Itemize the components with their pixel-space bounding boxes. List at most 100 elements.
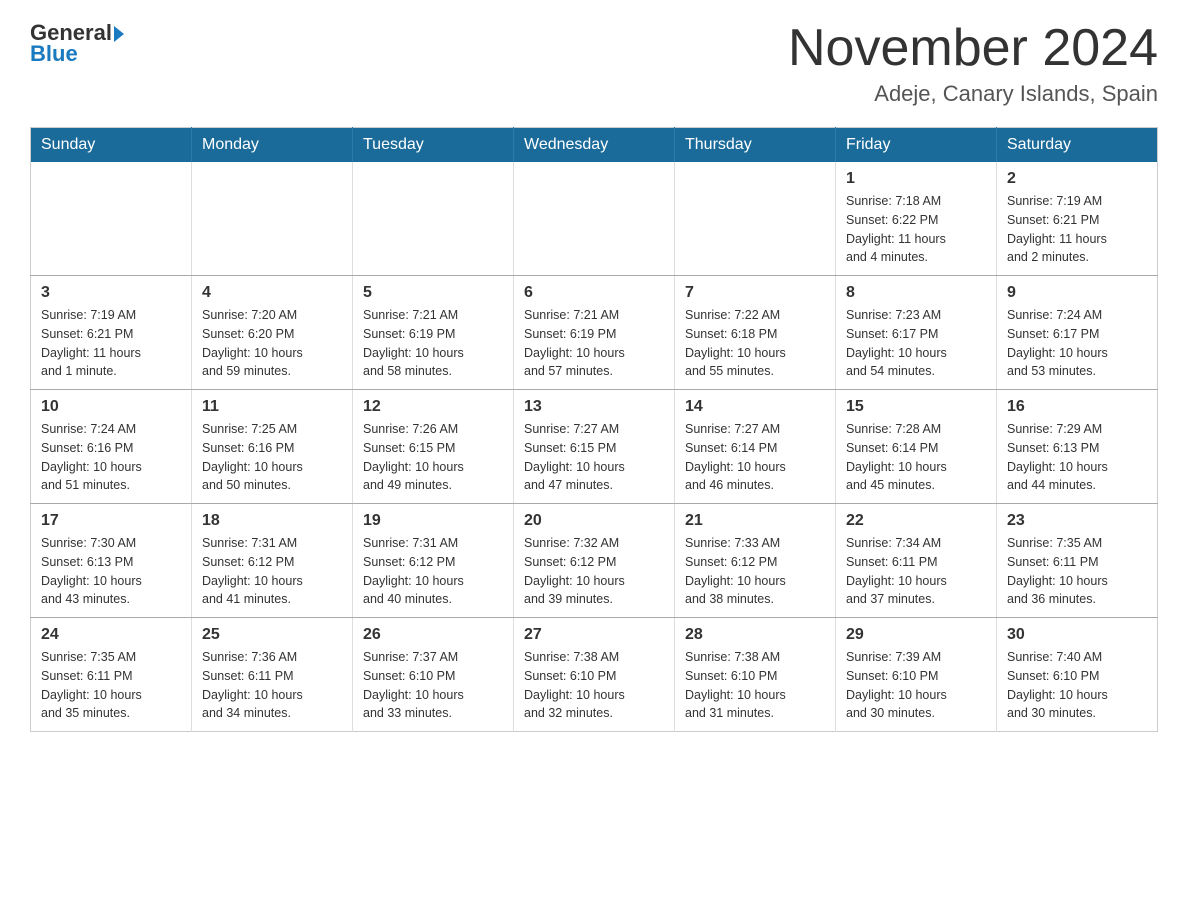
day-info: Sunrise: 7:27 AM Sunset: 6:14 PM Dayligh… <box>685 420 825 495</box>
calendar-cell: 25 Sunrise: 7:36 AM Sunset: 6:11 PM Dayli… <box>192 618 353 732</box>
calendar-cell: 8 Sunrise: 7:23 AM Sunset: 6:17 PM Daylig… <box>836 276 997 390</box>
day-number: 29 <box>846 626 986 644</box>
day-info: Sunrise: 7:30 AM Sunset: 6:13 PM Dayligh… <box>41 534 181 609</box>
calendar-cell: 23 Sunrise: 7:35 AM Sunset: 6:11 PM Dayli… <box>997 504 1158 618</box>
day-number: 19 <box>363 512 503 530</box>
day-number: 18 <box>202 512 342 530</box>
calendar-cell: 26 Sunrise: 7:37 AM Sunset: 6:10 PM Dayli… <box>353 618 514 732</box>
page-header: General Blue November 2024 Adeje, Canary… <box>30 20 1158 107</box>
day-info: Sunrise: 7:31 AM Sunset: 6:12 PM Dayligh… <box>202 534 342 609</box>
calendar-week-row: 3 Sunrise: 7:19 AM Sunset: 6:21 PM Daylig… <box>31 276 1158 390</box>
day-info: Sunrise: 7:21 AM Sunset: 6:19 PM Dayligh… <box>363 306 503 381</box>
calendar-cell: 17Sunrise: 7:30 AM Sunset: 6:13 PM Dayli… <box>31 504 192 618</box>
day-info: Sunrise: 7:33 AM Sunset: 6:12 PM Dayligh… <box>685 534 825 609</box>
calendar-cell: 16Sunrise: 7:29 AM Sunset: 6:13 PM Dayli… <box>997 390 1158 504</box>
calendar-cell: 13Sunrise: 7:27 AM Sunset: 6:15 PM Dayli… <box>514 390 675 504</box>
calendar-cell: 30Sunrise: 7:40 AM Sunset: 6:10 PM Dayli… <box>997 618 1158 732</box>
weekday-header-thursday: Thursday <box>675 128 836 163</box>
day-number: 2 <box>1007 170 1147 188</box>
day-info: Sunrise: 7:39 AM Sunset: 6:10 PM Dayligh… <box>846 648 986 723</box>
day-number: 23 <box>1007 512 1147 530</box>
day-number: 8 <box>846 284 986 302</box>
calendar-week-row: 17Sunrise: 7:30 AM Sunset: 6:13 PM Dayli… <box>31 504 1158 618</box>
weekday-header-tuesday: Tuesday <box>353 128 514 163</box>
calendar-cell: 29 Sunrise: 7:39 AM Sunset: 6:10 PM Dayli… <box>836 618 997 732</box>
calendar-cell: 19 Sunrise: 7:31 AM Sunset: 6:12 PM Dayli… <box>353 504 514 618</box>
calendar-table: SundayMondayTuesdayWednesdayThursdayFrid… <box>30 127 1158 732</box>
day-number: 24 <box>41 626 181 644</box>
calendar-cell <box>675 162 836 276</box>
month-title: November 2024 <box>788 20 1158 77</box>
day-number: 7 <box>685 284 825 302</box>
calendar-cell: 11 Sunrise: 7:25 AM Sunset: 6:16 PM Dayli… <box>192 390 353 504</box>
day-info: Sunrise: 7:34 AM Sunset: 6:11 PM Dayligh… <box>846 534 986 609</box>
weekday-header-row: SundayMondayTuesdayWednesdayThursdayFrid… <box>31 128 1158 163</box>
calendar-cell <box>31 162 192 276</box>
day-number: 20 <box>524 512 664 530</box>
day-info: Sunrise: 7:22 AM Sunset: 6:18 PM Dayligh… <box>685 306 825 381</box>
day-info: Sunrise: 7:31 AM Sunset: 6:12 PM Dayligh… <box>363 534 503 609</box>
day-number: 25 <box>202 626 342 644</box>
calendar-cell: 9 Sunrise: 7:24 AM Sunset: 6:17 PM Daylig… <box>997 276 1158 390</box>
day-number: 30 <box>1007 626 1147 644</box>
day-info: Sunrise: 7:26 AM Sunset: 6:15 PM Dayligh… <box>363 420 503 495</box>
calendar-cell <box>353 162 514 276</box>
day-info: Sunrise: 7:28 AM Sunset: 6:14 PM Dayligh… <box>846 420 986 495</box>
calendar-week-row: 24Sunrise: 7:35 AM Sunset: 6:11 PM Dayli… <box>31 618 1158 732</box>
calendar-cell: 3 Sunrise: 7:19 AM Sunset: 6:21 PM Daylig… <box>31 276 192 390</box>
day-number: 11 <box>202 398 342 416</box>
day-number: 9 <box>1007 284 1147 302</box>
day-info: Sunrise: 7:18 AM Sunset: 6:22 PM Dayligh… <box>846 192 986 267</box>
day-info: Sunrise: 7:38 AM Sunset: 6:10 PM Dayligh… <box>524 648 664 723</box>
day-number: 10 <box>41 398 181 416</box>
day-number: 15 <box>846 398 986 416</box>
calendar-cell: 28 Sunrise: 7:38 AM Sunset: 6:10 PM Dayli… <box>675 618 836 732</box>
day-number: 14 <box>685 398 825 416</box>
calendar-cell: 5 Sunrise: 7:21 AM Sunset: 6:19 PM Daylig… <box>353 276 514 390</box>
day-number: 5 <box>363 284 503 302</box>
weekday-header-wednesday: Wednesday <box>514 128 675 163</box>
calendar-cell: 15 Sunrise: 7:28 AM Sunset: 6:14 PM Dayli… <box>836 390 997 504</box>
day-number: 22 <box>846 512 986 530</box>
calendar-cell: 7 Sunrise: 7:22 AM Sunset: 6:18 PM Daylig… <box>675 276 836 390</box>
day-number: 21 <box>685 512 825 530</box>
logo-arrow-icon <box>114 26 124 42</box>
calendar-cell: 2 Sunrise: 7:19 AM Sunset: 6:21 PM Daylig… <box>997 162 1158 276</box>
day-number: 26 <box>363 626 503 644</box>
day-info: Sunrise: 7:36 AM Sunset: 6:11 PM Dayligh… <box>202 648 342 723</box>
calendar-cell <box>192 162 353 276</box>
location-title: Adeje, Canary Islands, Spain <box>788 81 1158 107</box>
calendar-cell: 24Sunrise: 7:35 AM Sunset: 6:11 PM Dayli… <box>31 618 192 732</box>
day-info: Sunrise: 7:37 AM Sunset: 6:10 PM Dayligh… <box>363 648 503 723</box>
day-info: Sunrise: 7:25 AM Sunset: 6:16 PM Dayligh… <box>202 420 342 495</box>
day-info: Sunrise: 7:35 AM Sunset: 6:11 PM Dayligh… <box>1007 534 1147 609</box>
calendar-cell: 4 Sunrise: 7:20 AM Sunset: 6:20 PM Daylig… <box>192 276 353 390</box>
calendar-cell: 1Sunrise: 7:18 AM Sunset: 6:22 PM Daylig… <box>836 162 997 276</box>
calendar-cell <box>514 162 675 276</box>
day-info: Sunrise: 7:19 AM Sunset: 6:21 PM Dayligh… <box>1007 192 1147 267</box>
calendar-cell: 21 Sunrise: 7:33 AM Sunset: 6:12 PM Dayli… <box>675 504 836 618</box>
calendar-cell: 14 Sunrise: 7:27 AM Sunset: 6:14 PM Dayli… <box>675 390 836 504</box>
calendar-cell: 18 Sunrise: 7:31 AM Sunset: 6:12 PM Dayli… <box>192 504 353 618</box>
day-info: Sunrise: 7:19 AM Sunset: 6:21 PM Dayligh… <box>41 306 181 381</box>
logo: General Blue <box>30 20 124 67</box>
calendar-week-row: 1Sunrise: 7:18 AM Sunset: 6:22 PM Daylig… <box>31 162 1158 276</box>
title-section: November 2024 Adeje, Canary Islands, Spa… <box>788 20 1158 107</box>
day-info: Sunrise: 7:21 AM Sunset: 6:19 PM Dayligh… <box>524 306 664 381</box>
calendar-cell: 10Sunrise: 7:24 AM Sunset: 6:16 PM Dayli… <box>31 390 192 504</box>
day-number: 28 <box>685 626 825 644</box>
weekday-header-monday: Monday <box>192 128 353 163</box>
day-info: Sunrise: 7:23 AM Sunset: 6:17 PM Dayligh… <box>846 306 986 381</box>
weekday-header-saturday: Saturday <box>997 128 1158 163</box>
day-number: 3 <box>41 284 181 302</box>
day-number: 4 <box>202 284 342 302</box>
calendar-cell: 6 Sunrise: 7:21 AM Sunset: 6:19 PM Daylig… <box>514 276 675 390</box>
day-info: Sunrise: 7:24 AM Sunset: 6:17 PM Dayligh… <box>1007 306 1147 381</box>
day-info: Sunrise: 7:20 AM Sunset: 6:20 PM Dayligh… <box>202 306 342 381</box>
day-info: Sunrise: 7:38 AM Sunset: 6:10 PM Dayligh… <box>685 648 825 723</box>
calendar-cell: 27Sunrise: 7:38 AM Sunset: 6:10 PM Dayli… <box>514 618 675 732</box>
day-info: Sunrise: 7:27 AM Sunset: 6:15 PM Dayligh… <box>524 420 664 495</box>
calendar-cell: 12Sunrise: 7:26 AM Sunset: 6:15 PM Dayli… <box>353 390 514 504</box>
calendar-cell: 20Sunrise: 7:32 AM Sunset: 6:12 PM Dayli… <box>514 504 675 618</box>
day-number: 6 <box>524 284 664 302</box>
